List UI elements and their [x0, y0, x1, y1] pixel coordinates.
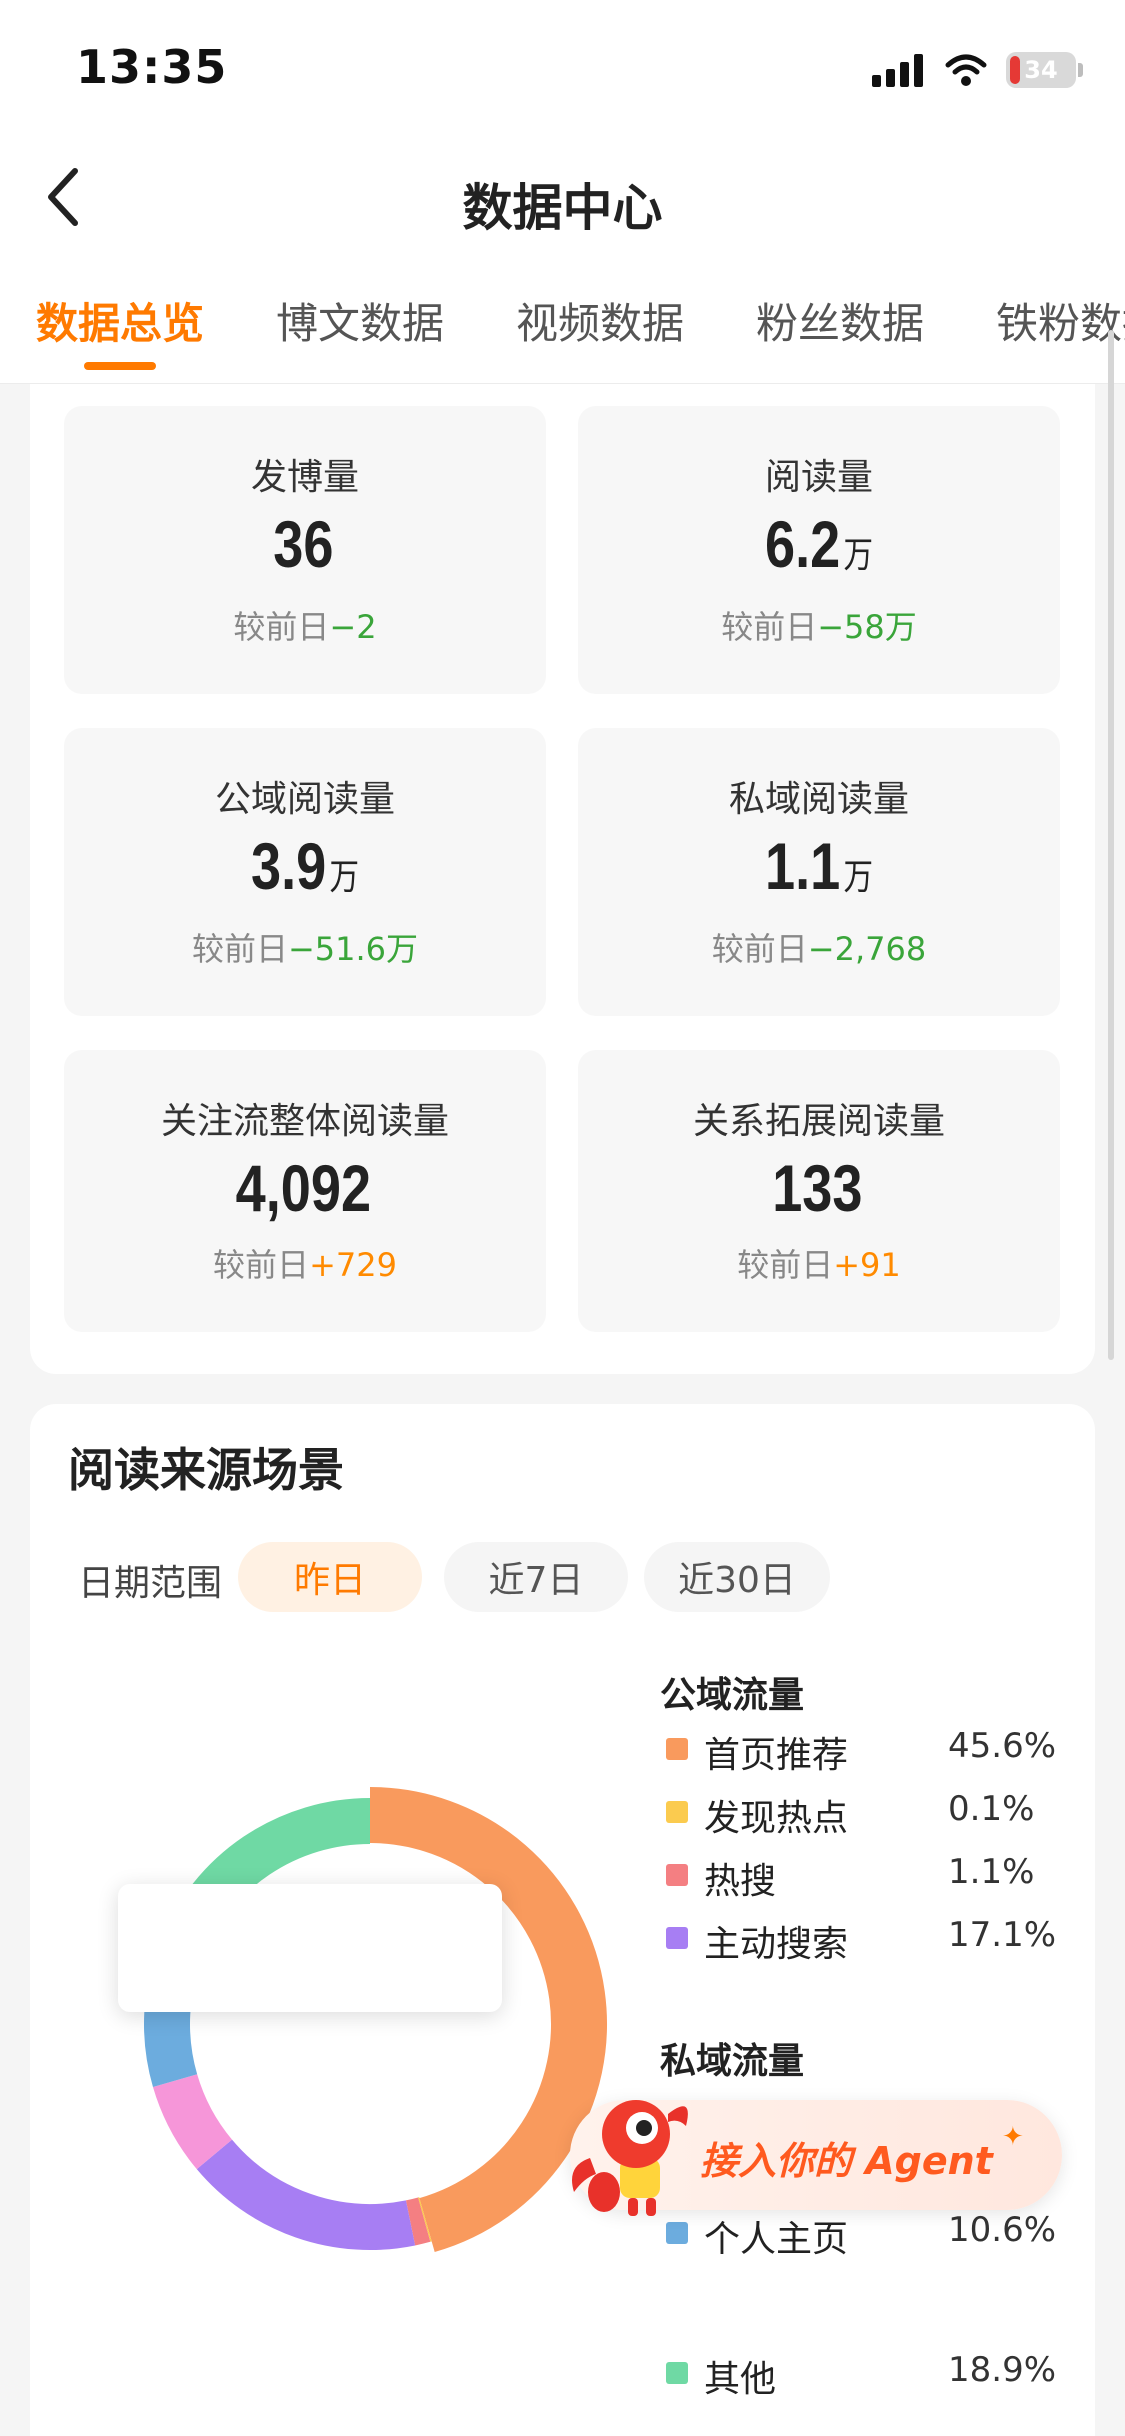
legend-item: 主动搜索 17.1%	[660, 1915, 1080, 1965]
stat-label: 私域阅读量	[728, 779, 909, 820]
signal-icon	[872, 54, 923, 87]
read-source-card: 阅读来源场景 日期范围 昨日 近7日 近30日 公域流量 首页推荐 45.6% …	[30, 1404, 1095, 2436]
agent-banner-text: 接入你的 Agent	[700, 2139, 993, 2183]
range-7-days[interactable]: 近7日	[444, 1542, 628, 1612]
legend-pct: 18.9%	[948, 2350, 1057, 2390]
legend-pct: 10.6%	[948, 2210, 1057, 2250]
stat-value: 36	[273, 507, 334, 581]
legend-item: 个人主页 10.6%	[660, 2210, 1080, 2260]
tab-video-data[interactable]: 视频数据	[516, 290, 684, 351]
legend-pct: 1.1%	[948, 1852, 1035, 1892]
legend-item: 首页推荐 45.6%	[660, 1726, 1080, 1776]
section-title: 阅读来源场景	[68, 1443, 344, 1497]
tab-indicator	[84, 362, 156, 370]
status-icons: 34	[872, 50, 1083, 90]
tab-fans-data[interactable]: 粉丝数据	[756, 290, 924, 351]
stat-delta: 较前日+91	[737, 1246, 901, 1284]
chart-tooltip	[118, 1884, 502, 2012]
stat-value: 3.9万	[250, 829, 360, 903]
stat-card-private-reads[interactable]: 私域阅读量 1.1万 较前日−2,768	[578, 728, 1060, 1016]
legend-item: 其他 18.9%	[660, 2350, 1080, 2400]
battery-level: 34	[1024, 56, 1058, 84]
legend-swatch	[666, 1864, 688, 1886]
legend-name: 主动搜索	[704, 1924, 849, 1965]
range-yesterday[interactable]: 昨日	[238, 1542, 422, 1612]
legend-item: 发现热点 0.1%	[660, 1789, 1080, 1839]
stat-label: 关系拓展阅读量	[692, 1101, 945, 1142]
stat-label: 发博量	[250, 457, 359, 498]
donut-slice-首页推荐[interactable]	[369, 1787, 607, 2252]
date-range-label: 日期范围	[78, 1563, 223, 1604]
range-30-days[interactable]: 近30日	[644, 1542, 830, 1612]
donut-chart[interactable]	[110, 1764, 630, 2284]
legend-swatch	[666, 2362, 688, 2384]
scrollbar[interactable]	[1108, 330, 1114, 1360]
legend-name: 发现热点	[704, 1798, 849, 1839]
status-time: 13:35	[76, 40, 228, 94]
stat-value: 1.1万	[764, 829, 874, 903]
tab-iron-fans-data[interactable]: 铁粉数据	[996, 290, 1125, 351]
legend-pct: 17.1%	[948, 1915, 1057, 1955]
stat-card-posts[interactable]: 发博量 36 较前日−2	[64, 406, 546, 694]
stat-value: 4,092	[235, 1151, 372, 1225]
stat-label: 阅读量	[764, 457, 873, 498]
tab-post-data[interactable]: 博文数据	[276, 290, 444, 351]
tab-bar: 数据总览 博文数据 视频数据 粉丝数据 铁粉数据	[0, 290, 1125, 374]
legend-swatch	[666, 2222, 688, 2244]
stat-card-public-reads[interactable]: 公域阅读量 3.9万 较前日−51.6万	[64, 728, 546, 1016]
stat-delta: 较前日−2,768	[711, 930, 927, 968]
status-bar: 13:35 34	[0, 0, 1125, 140]
stat-delta: 较前日−51.6万	[191, 930, 419, 968]
stats-card: 发博量 36 较前日−2 阅读量 6.2万 较前日−58万 公域阅读量 3.9万…	[30, 384, 1095, 1374]
page-title: 数据中心	[462, 179, 663, 237]
nav-bar: 数据中心	[0, 150, 1125, 250]
legend-pct: 45.6%	[948, 1726, 1057, 1766]
sparkle-icon: ✦	[1002, 2122, 1024, 2152]
legend-name: 首页推荐	[704, 1735, 849, 1776]
donut-slice[interactable]	[152, 2073, 233, 2170]
stat-card-reads[interactable]: 阅读量 6.2万 较前日−58万	[578, 406, 1060, 694]
stat-card-relation-reads[interactable]: 关系拓展阅读量 133 较前日+91	[578, 1050, 1060, 1332]
stat-label: 公域阅读量	[214, 779, 395, 820]
legend-swatch	[666, 1738, 688, 1760]
legend-name: 个人主页	[704, 2219, 849, 2260]
donut-slice-主动搜索[interactable]	[196, 2139, 416, 2250]
top-bar: 13:35 34 数据中心 数据总览 博文数据 视频数据 粉丝数据 铁粉数	[0, 0, 1125, 384]
battery-icon: 34	[1006, 52, 1076, 88]
stat-label: 关注流整体阅读量	[160, 1101, 449, 1142]
stat-delta: 较前日+729	[213, 1246, 397, 1284]
stat-value: 133	[772, 1151, 863, 1225]
legend-item: 热搜 1.1%	[660, 1852, 1080, 1902]
wifi-icon	[945, 54, 987, 86]
legend-public-title: 公域流量	[660, 1675, 805, 1716]
donut-slice-热搜[interactable]	[405, 2197, 431, 2246]
legend-swatch	[666, 1801, 688, 1823]
stat-value: 6.2万	[764, 507, 874, 581]
tab-overview[interactable]: 数据总览	[36, 290, 204, 351]
stat-delta: 较前日−58万	[721, 608, 917, 646]
stat-delta: 较前日−2	[233, 608, 377, 646]
battery-cap	[1078, 63, 1083, 77]
legend-pct: 0.1%	[948, 1789, 1035, 1829]
legend-swatch	[666, 1927, 688, 1949]
lobster-mascot-icon[interactable]	[560, 2074, 710, 2224]
legend-name: 其他	[704, 2359, 777, 2400]
stat-card-follow-feed-reads[interactable]: 关注流整体阅读量 4,092 较前日+729	[64, 1050, 546, 1332]
legend-name: 热搜	[704, 1861, 777, 1902]
